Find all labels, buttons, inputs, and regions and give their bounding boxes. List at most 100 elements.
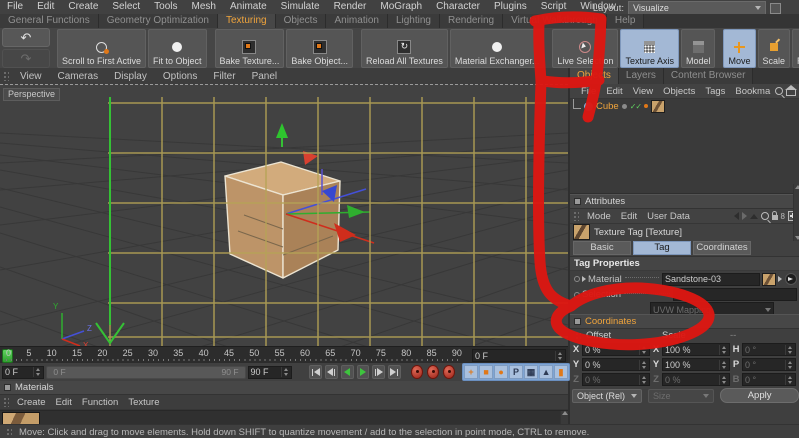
matmenu-edit[interactable]: Edit — [51, 397, 77, 408]
spinner[interactable] — [785, 359, 793, 370]
scroll-down-icon[interactable] — [794, 236, 799, 240]
menu-mesh[interactable]: Mesh — [185, 0, 223, 14]
tab-coordinates[interactable]: Coordinates — [693, 241, 751, 255]
record-scale-toggle[interactable]: ■ — [479, 365, 494, 379]
size-dropdown[interactable]: Size — [647, 388, 715, 403]
current-frame-field[interactable]: 0 F — [2, 365, 45, 379]
cmdtab-geometry-optimization[interactable]: Geometry Optimization — [98, 14, 218, 28]
projection-dropdown[interactable]: UVW Mapping — [650, 302, 774, 314]
spinner[interactable] — [785, 344, 793, 355]
material-picker-icon[interactable] — [785, 273, 797, 285]
vpmenu-filter[interactable]: Filter — [205, 71, 243, 82]
attributes-scrollbar[interactable] — [793, 184, 799, 241]
objmenu-bookma[interactable]: Bookma — [730, 86, 775, 97]
cmdtab-general-functions[interactable]: General Functions — [0, 14, 99, 28]
lock-icon[interactable] — [771, 211, 778, 220]
material-thumbnail[interactable] — [762, 272, 776, 286]
menu-edit[interactable]: Edit — [30, 0, 61, 14]
objmenu-objects[interactable]: Objects — [658, 86, 700, 97]
autokeying-button[interactable] — [427, 365, 440, 379]
end-frame-field[interactable]: 90 F — [247, 365, 292, 379]
materials-header[interactable]: Materials — [0, 381, 568, 395]
matmenu-texture[interactable]: Texture — [123, 397, 164, 408]
spinner[interactable] — [639, 359, 647, 370]
scale-y-field[interactable]: 100 % — [662, 358, 730, 371]
cmdtab-lighting[interactable]: Lighting — [387, 14, 440, 28]
tab-tag[interactable]: Tag — [633, 241, 691, 255]
vpmenu-cameras[interactable]: Cameras — [50, 71, 107, 82]
object-icon[interactable] — [584, 101, 593, 111]
enable-checks-icon[interactable]: ✓✓ — [630, 102, 642, 111]
tab-basic[interactable]: Basic — [573, 241, 631, 255]
apply-button[interactable]: Apply — [720, 388, 799, 403]
mgrtab-content-browser[interactable]: Content Browser — [663, 68, 754, 84]
record-parameter-toggle[interactable]: P — [509, 365, 524, 379]
link-icon[interactable]: 8 — [781, 212, 785, 221]
material-link-field[interactable]: Sandstone-03 — [662, 272, 760, 286]
perspective-viewport[interactable]: Y Z X Perspective — [0, 84, 569, 350]
cmdtab-objects[interactable]: Objects — [275, 14, 327, 28]
goto-end-button[interactable] — [388, 365, 401, 379]
undo-button[interactable]: ↶ — [2, 28, 50, 47]
attrmenu-user-data[interactable]: User Data — [642, 211, 695, 222]
objmenu-edit[interactable]: Edit — [601, 86, 627, 97]
menu-select[interactable]: Select — [105, 0, 147, 14]
menu-file[interactable]: File — [0, 0, 30, 14]
offset-x-field[interactable]: 0 % — [582, 343, 650, 356]
play-forwards-button[interactable] — [356, 365, 370, 379]
menu-tools[interactable]: Tools — [147, 0, 184, 14]
cmdtab-virtual-walkthrough[interactable]: Virtual Walkthrough — [503, 14, 607, 28]
offset-z-field[interactable]: 0 % — [582, 373, 650, 386]
mgrtab-objects[interactable]: Objects — [570, 68, 619, 84]
timeline-mode-toggle[interactable]: ▮ — [554, 365, 569, 379]
dock-icon[interactable] — [770, 2, 781, 14]
coordinates-header[interactable]: Coordinates — [570, 314, 799, 329]
attributes-header[interactable]: Attributes — [570, 194, 799, 209]
objmenu-tags[interactable]: Tags — [700, 86, 730, 97]
keyframe-mode-toggle[interactable]: ▲ — [539, 365, 554, 379]
spinner[interactable] — [639, 344, 647, 355]
rotation-h-field[interactable]: 0 ° — [742, 343, 796, 356]
cmdtab-help[interactable]: Help — [606, 14, 645, 28]
spinner[interactable] — [719, 374, 727, 385]
objmenu-view[interactable]: View — [628, 86, 658, 97]
anim-dot-icon[interactable] — [574, 276, 580, 282]
vpmenu-panel[interactable]: Panel — [244, 71, 286, 82]
fit-to-object-button[interactable]: Fit to Object — [148, 28, 207, 68]
spinner[interactable] — [280, 367, 289, 377]
bake-texture-button[interactable]: Bake Texture... — [214, 28, 285, 68]
rotate-tool-button[interactable]: ↻ Rotate — [792, 28, 799, 68]
expand-icon[interactable] — [582, 276, 586, 282]
keyframe-selection-button[interactable] — [443, 365, 456, 379]
record-pla-toggle[interactable]: ▦ — [524, 365, 539, 379]
rotation-p-field[interactable]: 0 ° — [742, 358, 796, 371]
play-backwards-button[interactable] — [340, 365, 354, 379]
reload-all-textures-button[interactable]: ↻ Reload All Textures — [360, 28, 448, 68]
parent-up-icon[interactable] — [749, 213, 758, 219]
attrmenu-edit[interactable]: Edit — [616, 211, 642, 222]
texture-tag-icon[interactable] — [651, 99, 666, 113]
menu-animate[interactable]: Animate — [223, 0, 274, 14]
tree-row-cube[interactable]: Cube ✓✓ — [570, 99, 799, 113]
move-tool-button[interactable]: Move — [723, 28, 756, 68]
scale-x-field[interactable]: 100 % — [662, 343, 730, 356]
mode-dropdown[interactable]: Object (Rel) — [572, 388, 642, 403]
scroll-to-first-active-button[interactable]: Scroll to First Active — [57, 28, 147, 68]
spinner[interactable] — [639, 374, 647, 385]
spinner[interactable] — [785, 374, 793, 385]
timeline-ruler[interactable]: 0 5 10 15 20 25 30 35 40 45 50 55 60 65 70 75 80 85 90 0 F — [0, 346, 568, 364]
scale-tool-button[interactable]: Scale — [757, 28, 791, 68]
spinner[interactable] — [33, 367, 41, 377]
record-rotation-toggle[interactable]: ● — [494, 365, 509, 379]
layout-select[interactable]: Visualize — [628, 1, 766, 15]
menu-create[interactable]: Create — [61, 0, 105, 14]
mgrtab-layers[interactable]: Layers — [618, 68, 664, 84]
menu-simulate[interactable]: Simulate — [274, 0, 327, 14]
scale-z-field[interactable]: 0 % — [662, 373, 730, 386]
layer-dot-icon[interactable] — [621, 103, 627, 109]
history-back-icon[interactable] — [733, 212, 739, 220]
view-label[interactable]: Perspective — [3, 88, 61, 101]
live-selection-button[interactable]: Live Selection — [552, 28, 619, 68]
record-active-objects-button[interactable] — [411, 365, 424, 379]
record-position-toggle[interactable]: + — [464, 365, 479, 379]
